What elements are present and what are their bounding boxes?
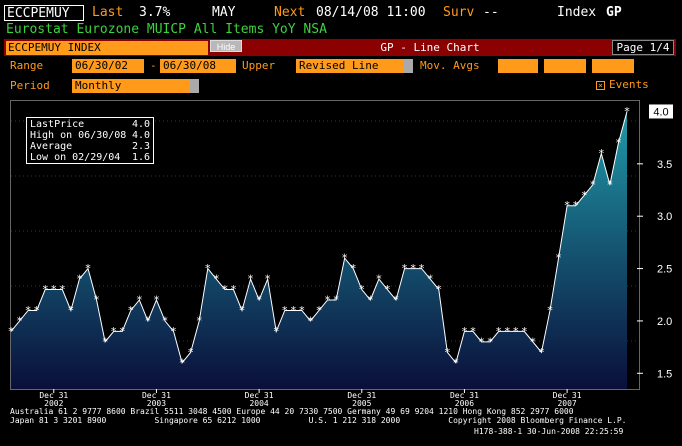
data-point: *: [624, 105, 630, 118]
data-point: *: [445, 346, 451, 359]
data-point: *: [60, 283, 66, 296]
data-point: *: [333, 293, 339, 306]
data-point: *: [196, 314, 202, 327]
data-point: *: [359, 283, 365, 296]
data-point: *: [504, 325, 510, 338]
data-point: *: [556, 252, 562, 265]
data-point: *: [205, 262, 211, 275]
stat-average: Average 2.3: [30, 141, 150, 152]
data-point: *: [222, 283, 228, 296]
data-point: *: [402, 262, 408, 275]
data-point: *: [590, 178, 596, 191]
data-point: *: [342, 252, 348, 265]
data-point: *: [34, 304, 40, 317]
data-point: *: [487, 335, 493, 348]
data-point: *: [564, 199, 570, 212]
y-tick-label: 3.5: [657, 159, 672, 171]
footer-timestamp: H178-388-1 30-Jun-2008 22:25:59: [474, 427, 624, 436]
data-point: *: [94, 293, 100, 306]
data-point: *: [17, 314, 23, 327]
data-point: *: [547, 304, 553, 317]
data-point: *: [513, 325, 519, 338]
data-point: *: [470, 325, 476, 338]
data-point: *: [299, 304, 305, 317]
y-tick-label: 1.5: [657, 368, 672, 380]
data-point: *: [111, 325, 117, 338]
data-point: *: [607, 178, 613, 191]
data-point: *: [453, 356, 459, 369]
data-point: *: [188, 346, 194, 359]
data-point: *: [462, 325, 468, 338]
data-point: *: [573, 199, 579, 212]
data-point: *: [539, 346, 545, 359]
data-point: *: [145, 314, 151, 327]
data-point: *: [214, 273, 220, 286]
data-point: *: [256, 293, 262, 306]
data-point: *: [128, 304, 134, 317]
data-point: *: [522, 325, 528, 338]
data-point: *: [368, 293, 374, 306]
footer-contacts-line-1: Australia 61 2 9777 8600 Brazil 5511 304…: [10, 407, 574, 416]
data-point: *: [316, 304, 322, 317]
footer-contacts-line-2: Japan 81 3 3201 8900 Singapore 65 6212 1…: [10, 416, 627, 425]
stat-high: High on 06/30/08 4.0: [30, 130, 150, 141]
data-point: *: [410, 262, 416, 275]
data-point: *: [427, 273, 433, 286]
data-point: *: [137, 293, 143, 306]
data-point: *: [376, 273, 382, 286]
data-point: *: [154, 293, 160, 306]
data-point: *: [51, 283, 57, 296]
data-point: *: [248, 273, 254, 286]
stats-legend-box: LastPrice 4.0 High on 06/30/08 4.0 Average…: [26, 117, 154, 164]
y-tick-label: 2.5: [657, 264, 672, 276]
data-point: *: [119, 325, 125, 338]
data-point: *: [77, 273, 83, 286]
data-point: *: [273, 325, 279, 338]
data-point: *: [325, 293, 331, 306]
data-point: *: [42, 283, 48, 296]
data-point: *: [179, 356, 185, 369]
data-point: *: [393, 293, 399, 306]
last-value-label: 4.0: [653, 106, 668, 118]
data-point: *: [25, 304, 31, 317]
line-chart[interactable]: *** ** * ******* ************* ******* * **** **…: [0, 0, 682, 446]
data-point: *: [265, 273, 271, 286]
data-point: *: [350, 262, 356, 275]
y-tick-label: 2.0: [657, 316, 672, 328]
data-point: *: [530, 335, 536, 348]
data-point: *: [231, 283, 237, 296]
data-point: *: [385, 283, 391, 296]
data-point: *: [291, 304, 297, 317]
data-point: *: [496, 325, 502, 338]
data-point: *: [8, 325, 14, 338]
y-tick-label: 3.0: [657, 211, 672, 223]
data-point: *: [419, 262, 425, 275]
data-point: *: [102, 335, 108, 348]
data-point: *: [581, 189, 587, 202]
data-point: *: [68, 304, 74, 317]
data-point: *: [436, 283, 442, 296]
data-point: *: [85, 262, 91, 275]
stat-low: Low on 02/29/04 1.6: [30, 152, 150, 163]
data-point: *: [239, 304, 245, 317]
data-point: *: [162, 314, 168, 327]
stat-last-price: LastPrice 4.0: [30, 119, 150, 130]
data-point: *: [282, 304, 288, 317]
data-point: *: [479, 335, 485, 348]
data-point: *: [171, 325, 177, 338]
data-point: *: [599, 147, 605, 160]
data-point: *: [308, 314, 314, 327]
data-point: *: [616, 136, 622, 149]
